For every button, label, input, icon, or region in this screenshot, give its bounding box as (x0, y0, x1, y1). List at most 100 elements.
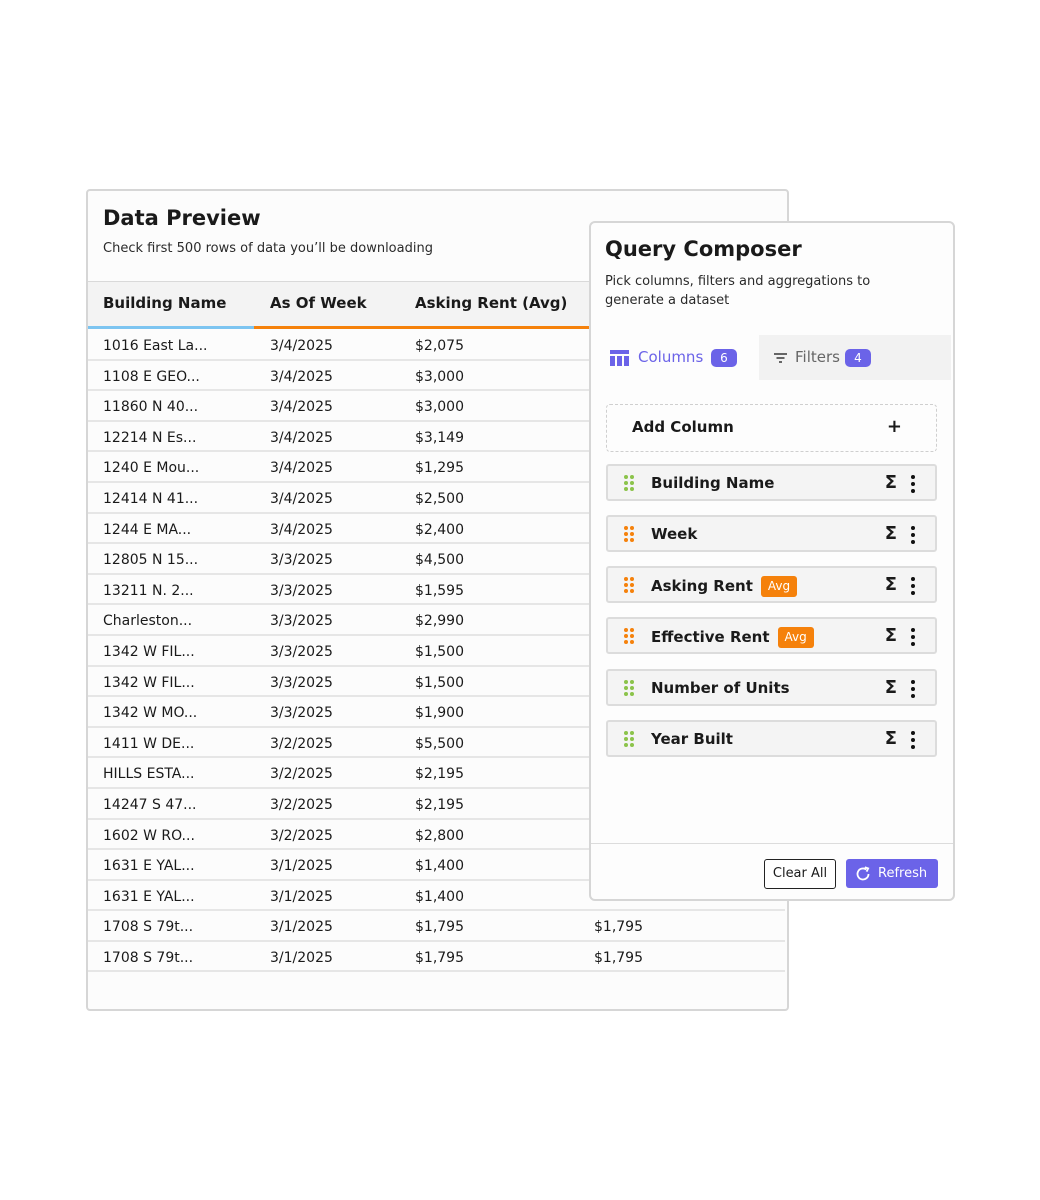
table-row: 1708 S 79t... 3/1/2025 $1,795 $1,795 (88, 942, 785, 973)
add-column-button[interactable]: Add Column + (606, 404, 937, 452)
column-item[interactable]: Asking Rent Avg Σ (606, 566, 937, 603)
more-options-icon[interactable] (911, 680, 915, 698)
table-cell: 3/3/2025 (270, 643, 333, 660)
column-name: Number of Units (651, 679, 790, 697)
column-item[interactable]: Week Σ (606, 515, 937, 552)
table-cell: 3/3/2025 (270, 582, 333, 599)
table-cell: 3/2/2025 (270, 796, 333, 813)
table-cell: $4,500 (415, 552, 464, 569)
composer-tabs: Columns 6 Filters 4 (591, 335, 951, 380)
sigma-icon[interactable]: Σ (885, 677, 897, 698)
table-cell: $2,990 (415, 613, 464, 630)
sigma-icon[interactable]: Σ (885, 574, 897, 595)
column-item[interactable]: Year Built Σ (606, 720, 937, 757)
table-cell: $1,795 (415, 949, 464, 966)
table-cell: 1244 E MA... (103, 521, 192, 538)
column-name: Effective Rent (651, 628, 770, 646)
preview-title: Data Preview (103, 206, 261, 230)
add-column-label: Add Column (632, 418, 734, 436)
table-cell: $1,400 (415, 858, 464, 875)
table-cell: $2,500 (415, 490, 464, 507)
drag-handle-icon[interactable] (624, 628, 636, 644)
table-cell: 1631 E YAL... (103, 858, 195, 875)
column-item-label: Asking Rent Avg (651, 576, 798, 597)
tab-columns[interactable]: Columns 6 (591, 335, 759, 380)
more-options-icon[interactable] (911, 628, 915, 646)
sigma-icon[interactable]: Σ (885, 625, 897, 646)
preview-subtitle: Check first 500 rows of data you’ll be d… (103, 241, 433, 256)
table-row: 1708 S 79t... 3/1/2025 $1,795 $1,795 (88, 911, 785, 942)
table-cell: $1,795 (594, 949, 643, 966)
refresh-icon (856, 866, 870, 881)
filter-icon (774, 353, 787, 363)
more-options-icon[interactable] (911, 731, 915, 749)
column-item[interactable]: Building Name Σ (606, 464, 937, 501)
column-header-building-name[interactable]: Building Name (103, 294, 226, 312)
table-cell: $3,000 (415, 368, 464, 385)
table-cell: $1,795 (415, 919, 464, 936)
table-cell: $1,595 (415, 582, 464, 599)
composer-subtitle: Pick columns, filters and aggregations t… (605, 274, 871, 308)
table-cell: 11860 N 40... (103, 399, 199, 416)
column-name: Year Built (651, 730, 733, 748)
column-accent-line (88, 326, 254, 329)
sigma-icon[interactable]: Σ (885, 728, 897, 749)
column-item[interactable]: Number of Units Σ (606, 669, 937, 706)
query-composer-panel: Query Composer Pick columns, filters and… (589, 221, 955, 901)
table-cell: 1240 E Mou... (103, 460, 200, 477)
more-options-icon[interactable] (911, 475, 915, 493)
drag-handle-icon[interactable] (624, 731, 636, 747)
aggregation-badge: Avg (777, 627, 814, 648)
table-cell: 3/4/2025 (270, 338, 333, 354)
column-name: Week (651, 525, 698, 543)
clear-all-button[interactable]: Clear All (764, 859, 836, 889)
sigma-icon[interactable]: Σ (885, 523, 897, 544)
drag-handle-icon[interactable] (624, 680, 636, 696)
table-cell: 1342 W FIL... (103, 643, 195, 660)
table-cell: $1,795 (594, 919, 643, 936)
table-cell: 3/1/2025 (270, 888, 333, 905)
table-cell: 3/2/2025 (270, 766, 333, 783)
column-accent-line (254, 326, 399, 329)
table-cell: $2,400 (415, 521, 464, 538)
tab-columns-count: 6 (711, 349, 737, 367)
table-cell: 3/4/2025 (270, 368, 333, 385)
column-header-asking-rent[interactable]: Asking Rent (Avg) (415, 294, 567, 312)
table-cell: $1,400 (415, 888, 464, 905)
table-cell: 1342 W MO... (103, 705, 198, 722)
table-cell: $1,500 (415, 674, 464, 691)
table-cell: 3/4/2025 (270, 521, 333, 538)
table-cell: $2,195 (415, 766, 464, 783)
more-options-icon[interactable] (911, 577, 915, 595)
tab-filters[interactable]: Filters 4 (759, 335, 951, 380)
table-cell: 3/1/2025 (270, 949, 333, 966)
table-cell: 14247 S 47... (103, 796, 197, 813)
table-cell: $3,149 (415, 429, 464, 446)
table-cell: $1,295 (415, 460, 464, 477)
drag-handle-icon[interactable] (624, 577, 636, 593)
composer-title: Query Composer (605, 237, 802, 261)
table-cell: $2,195 (415, 796, 464, 813)
tab-filters-label: Filters (795, 348, 840, 366)
sigma-icon[interactable]: Σ (885, 472, 897, 493)
column-header-as-of-week[interactable]: As Of Week (270, 294, 367, 312)
table-cell: $5,500 (415, 735, 464, 752)
table-cell: Charleston... (103, 613, 193, 630)
column-item-label: Year Built (651, 730, 733, 748)
drag-handle-icon[interactable] (624, 526, 636, 542)
table-cell: 3/3/2025 (270, 613, 333, 630)
table-cell: $1,500 (415, 643, 464, 660)
column-item-label: Effective Rent Avg (651, 627, 814, 648)
table-cell: 1602 W RO... (103, 827, 195, 844)
drag-handle-icon[interactable] (624, 475, 636, 491)
column-item[interactable]: Effective Rent Avg Σ (606, 617, 937, 654)
tab-columns-label: Columns (638, 348, 704, 366)
more-options-icon[interactable] (911, 526, 915, 544)
tab-filters-count: 4 (845, 349, 871, 367)
table-cell: 3/4/2025 (270, 429, 333, 446)
refresh-button[interactable]: Refresh (846, 859, 938, 888)
column-item-label: Week (651, 525, 697, 543)
table-cell: 12414 N 41... (103, 490, 199, 507)
table-cell: $1,900 (415, 705, 464, 722)
table-cell: $2,800 (415, 827, 464, 844)
